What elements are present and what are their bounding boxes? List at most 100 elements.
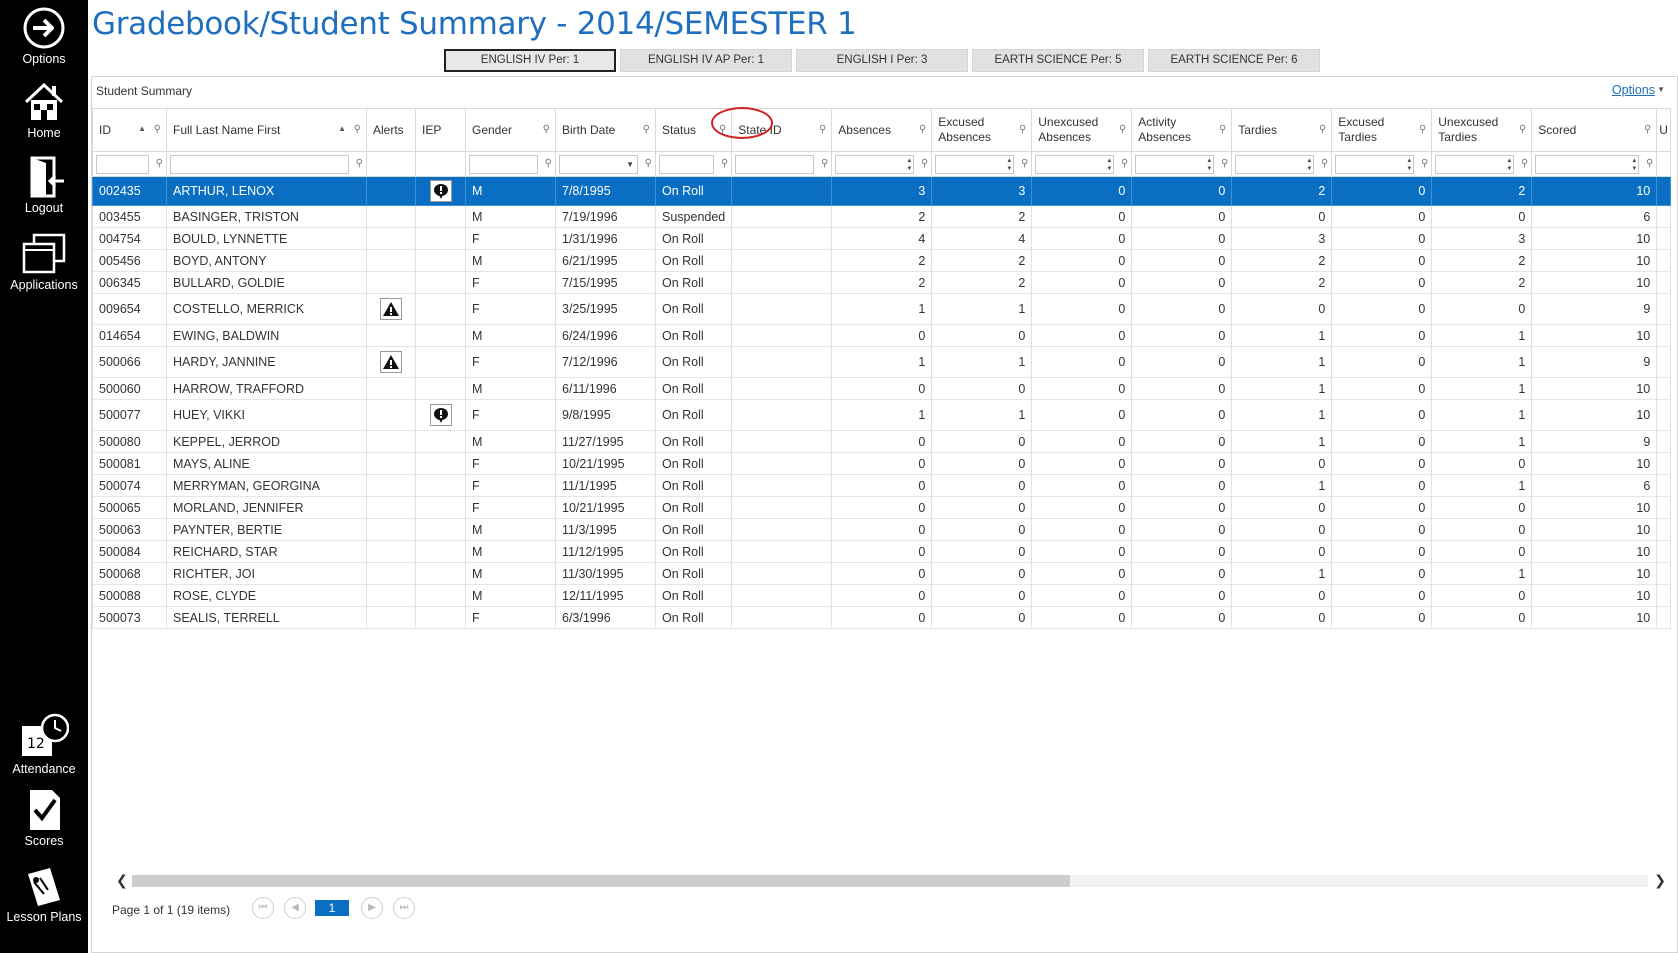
filter-pin-icon[interactable]: ⚲	[1319, 124, 1326, 135]
filter-icon[interactable]: ⚲	[545, 158, 552, 169]
dropdown-arrow-icon[interactable]: ▼	[626, 160, 634, 169]
tab-earth-science-per-5[interactable]: EARTH SCIENCE Per: 5	[972, 49, 1144, 72]
filter-input-state-id[interactable]	[735, 154, 815, 174]
filter-stepper-scored[interactable]: ▲ ▼	[1535, 154, 1640, 174]
speech-bubble-info-icon[interactable]	[429, 404, 452, 426]
filter-icon[interactable]: ⚲	[1321, 158, 1328, 169]
options-link[interactable]: Options	[1612, 83, 1655, 97]
filter-stepper-absences[interactable]: ▲ ▼	[835, 154, 915, 174]
filter-pin-icon[interactable]: ⚲	[1419, 124, 1426, 135]
scroll-thumb[interactable]	[132, 875, 1070, 887]
filter-stepper-unexcused-tardies[interactable]: ▲ ▼	[1435, 154, 1515, 174]
filter-pin-icon[interactable]: ⚲	[154, 124, 161, 135]
lesson-plans-nav[interactable]: Lesson Plans	[0, 864, 88, 924]
filter-icon[interactable]: ⚲	[356, 158, 363, 169]
filter-pin-icon[interactable]: ⚲	[1219, 124, 1226, 135]
table-row[interactable]: 500066 HARDY, JANNINE F 7/12/1996 On Roll 1 1 0…	[92, 346, 1672, 378]
filter-icon[interactable]: ⚲	[921, 158, 928, 169]
attendance-nav[interactable]: 12 Attendance	[0, 712, 88, 776]
filter-pin-icon[interactable]: ⚲	[1019, 124, 1026, 135]
speech-bubble-info-icon[interactable]	[429, 180, 452, 202]
col-header-partial[interactable]: U	[1656, 108, 1672, 152]
col-header-unexcused-absences[interactable]: Unexcused Absences ⚲	[1031, 108, 1133, 152]
filter-stepper-tardies[interactable]: ▲ ▼	[1235, 154, 1315, 174]
table-row[interactable]: 500081 MAYS, ALINE F 10/21/1995 On Roll 0 0 0 0 0…	[92, 452, 1672, 475]
filter-pin-icon[interactable]: ⚲	[819, 124, 826, 135]
filter-stepper-excused-tardies[interactable]: ▲ ▼	[1335, 154, 1415, 174]
filter-pin-icon[interactable]: ⚲	[354, 124, 361, 135]
spinner-icon[interactable]: ▲ ▼	[1306, 157, 1312, 173]
filter-input-gender[interactable]	[469, 154, 538, 174]
prev-page-icon[interactable]: ◀	[284, 897, 306, 919]
table-row[interactable]: 002435 ARTHUR, LENOX M 7/8/1995 On Roll 3 3 0 0 2…	[92, 176, 1672, 206]
first-page-icon[interactable]: ⏮	[252, 897, 274, 919]
filter-icon[interactable]: ⚲	[1646, 158, 1653, 169]
col-header-alerts[interactable]: Alerts	[366, 108, 416, 152]
scroll-right-icon[interactable]: ❯	[1654, 872, 1666, 889]
filter-input-name[interactable]	[170, 154, 349, 174]
filter-icon[interactable]: ⚲	[1221, 158, 1228, 169]
spinner-icon[interactable]: ▲ ▼	[906, 157, 912, 173]
table-row[interactable]: 500065 MORLAND, JENNIFER F 10/21/1995 On Rol…	[92, 496, 1672, 519]
filter-pin-icon[interactable]: ⚲	[919, 124, 926, 135]
col-header-absences[interactable]: Absences ⚲	[831, 108, 933, 152]
horizontal-scrollbar[interactable]: ❮ ❯	[116, 872, 1666, 889]
table-row[interactable]: 500080 KEPPEL, JERROD M 11/27/1995 On Roll 0 0…	[92, 430, 1672, 453]
table-row[interactable]: 006345 BULLARD, GOLDIE F 7/15/1995 On Roll 2 2…	[92, 271, 1672, 294]
filter-input-id[interactable]	[96, 154, 149, 174]
filter-pin-icon[interactable]: ⚲	[1519, 124, 1526, 135]
table-row[interactable]: 009654 COSTELLO, MERRICK F 3/25/1995 On Roll…	[92, 293, 1672, 325]
logout-nav[interactable]: Logout	[0, 155, 88, 215]
next-page-icon[interactable]: ▶	[361, 897, 383, 919]
home-nav[interactable]: Home	[0, 80, 88, 140]
table-row[interactable]: 500073 SEALIS, TERRELL F 6/3/1996 On Roll 0 0 0…	[92, 606, 1672, 629]
table-row[interactable]: 500077 HUEY, VIKKI F 9/8/1995 On Roll 1 1 0 0 1 0 1…	[92, 399, 1672, 431]
col-header-excused-tardies[interactable]: Excused Tardies ⚲	[1331, 108, 1433, 152]
col-header-unexcused-tardies[interactable]: Unexcused Tardies ⚲	[1431, 108, 1533, 152]
col-header-name[interactable]: Full Last Name First ▲ ⚲	[166, 108, 367, 152]
filter-pin-icon[interactable]: ⚲	[543, 124, 550, 135]
spinner-icon[interactable]: ▲ ▼	[1506, 157, 1512, 173]
col-header-iep[interactable]: IEP	[415, 108, 466, 152]
filter-pin-icon[interactable]: ⚲	[1644, 124, 1651, 135]
tab-english-i-per-3[interactable]: ENGLISH I Per: 3	[796, 49, 968, 72]
filter-icon[interactable]: ⚲	[1521, 158, 1528, 169]
table-row[interactable]: 500088 ROSE, CLYDE M 12/11/1995 On Roll 0 0 0 0 0…	[92, 584, 1672, 607]
scroll-track[interactable]	[132, 875, 1648, 887]
spinner-icon[interactable]: ▲ ▼	[1406, 157, 1412, 173]
col-header-birth-date[interactable]: Birth Date ⚲	[555, 108, 656, 152]
table-row[interactable]: 005456 BOYD, ANTONY M 6/21/1995 On Roll 2 2 0 0 2…	[92, 249, 1672, 272]
table-row[interactable]: 014654 EWING, BALDWIN M 6/24/1996 On Roll 0 0 0…	[92, 324, 1672, 347]
filter-icon[interactable]: ⚲	[721, 158, 728, 169]
table-row[interactable]: 500060 HARROW, TRAFFORD M 6/11/1996 On Roll 0…	[92, 377, 1672, 400]
filter-stepper-unexcused-absences[interactable]: ▲ ▼	[1035, 154, 1115, 174]
col-header-scored[interactable]: Scored ⚲	[1531, 108, 1658, 152]
filter-input-birth-date[interactable]: ▼	[559, 154, 638, 174]
col-header-tardies[interactable]: Tardies ⚲	[1231, 108, 1333, 152]
current-page-button[interactable]: 1	[315, 900, 349, 916]
last-page-icon[interactable]: ⏭	[393, 897, 415, 919]
filter-pin-icon[interactable]: ⚲	[1119, 124, 1126, 135]
filter-pin-icon[interactable]: ⚲	[643, 124, 650, 135]
col-header-activity-absences[interactable]: Activity Absences ⚲	[1131, 108, 1233, 152]
filter-icon[interactable]: ⚲	[156, 158, 163, 169]
spinner-icon[interactable]: ▲ ▼	[1006, 157, 1012, 173]
warning-icon[interactable]	[380, 351, 402, 373]
table-row[interactable]: 003455 BASINGER, TRISTON M 7/19/1996 Suspend…	[92, 205, 1672, 228]
tab-english-iv-per-1[interactable]: ENGLISH IV Per: 1	[444, 49, 616, 72]
warning-icon[interactable]	[380, 298, 402, 320]
filter-stepper-activity-absences[interactable]: ▲ ▼	[1135, 154, 1215, 174]
table-row[interactable]: 500068 RICHTER, JOI M 11/30/1995 On Roll 0 0 0 0…	[92, 562, 1672, 585]
applications-nav[interactable]: Applications	[0, 232, 88, 292]
options-nav[interactable]: Options	[0, 6, 88, 66]
filter-input-status[interactable]	[659, 154, 715, 174]
table-row[interactable]: 004754 BOULD, LYNNETTE F 1/31/1996 On Roll 4 4…	[92, 227, 1672, 250]
spinner-icon[interactable]: ▲ ▼	[1106, 157, 1112, 173]
table-row[interactable]: 500074 MERRYMAN, GEORGINA F 11/1/1995 On Rol…	[92, 474, 1672, 497]
spinner-icon[interactable]: ▲ ▼	[1206, 157, 1212, 173]
scroll-left-icon[interactable]: ❮	[116, 872, 128, 889]
table-row[interactable]: 500063 PAYNTER, BERTIE M 11/3/1995 On Roll 0 0…	[92, 518, 1672, 541]
tab-english-iv-ap-per-1[interactable]: ENGLISH IV AP Per: 1	[620, 49, 792, 72]
filter-stepper-excused-absences[interactable]: ▲ ▼	[935, 154, 1015, 174]
tab-earth-science-per-6[interactable]: EARTH SCIENCE Per: 6	[1148, 49, 1320, 72]
